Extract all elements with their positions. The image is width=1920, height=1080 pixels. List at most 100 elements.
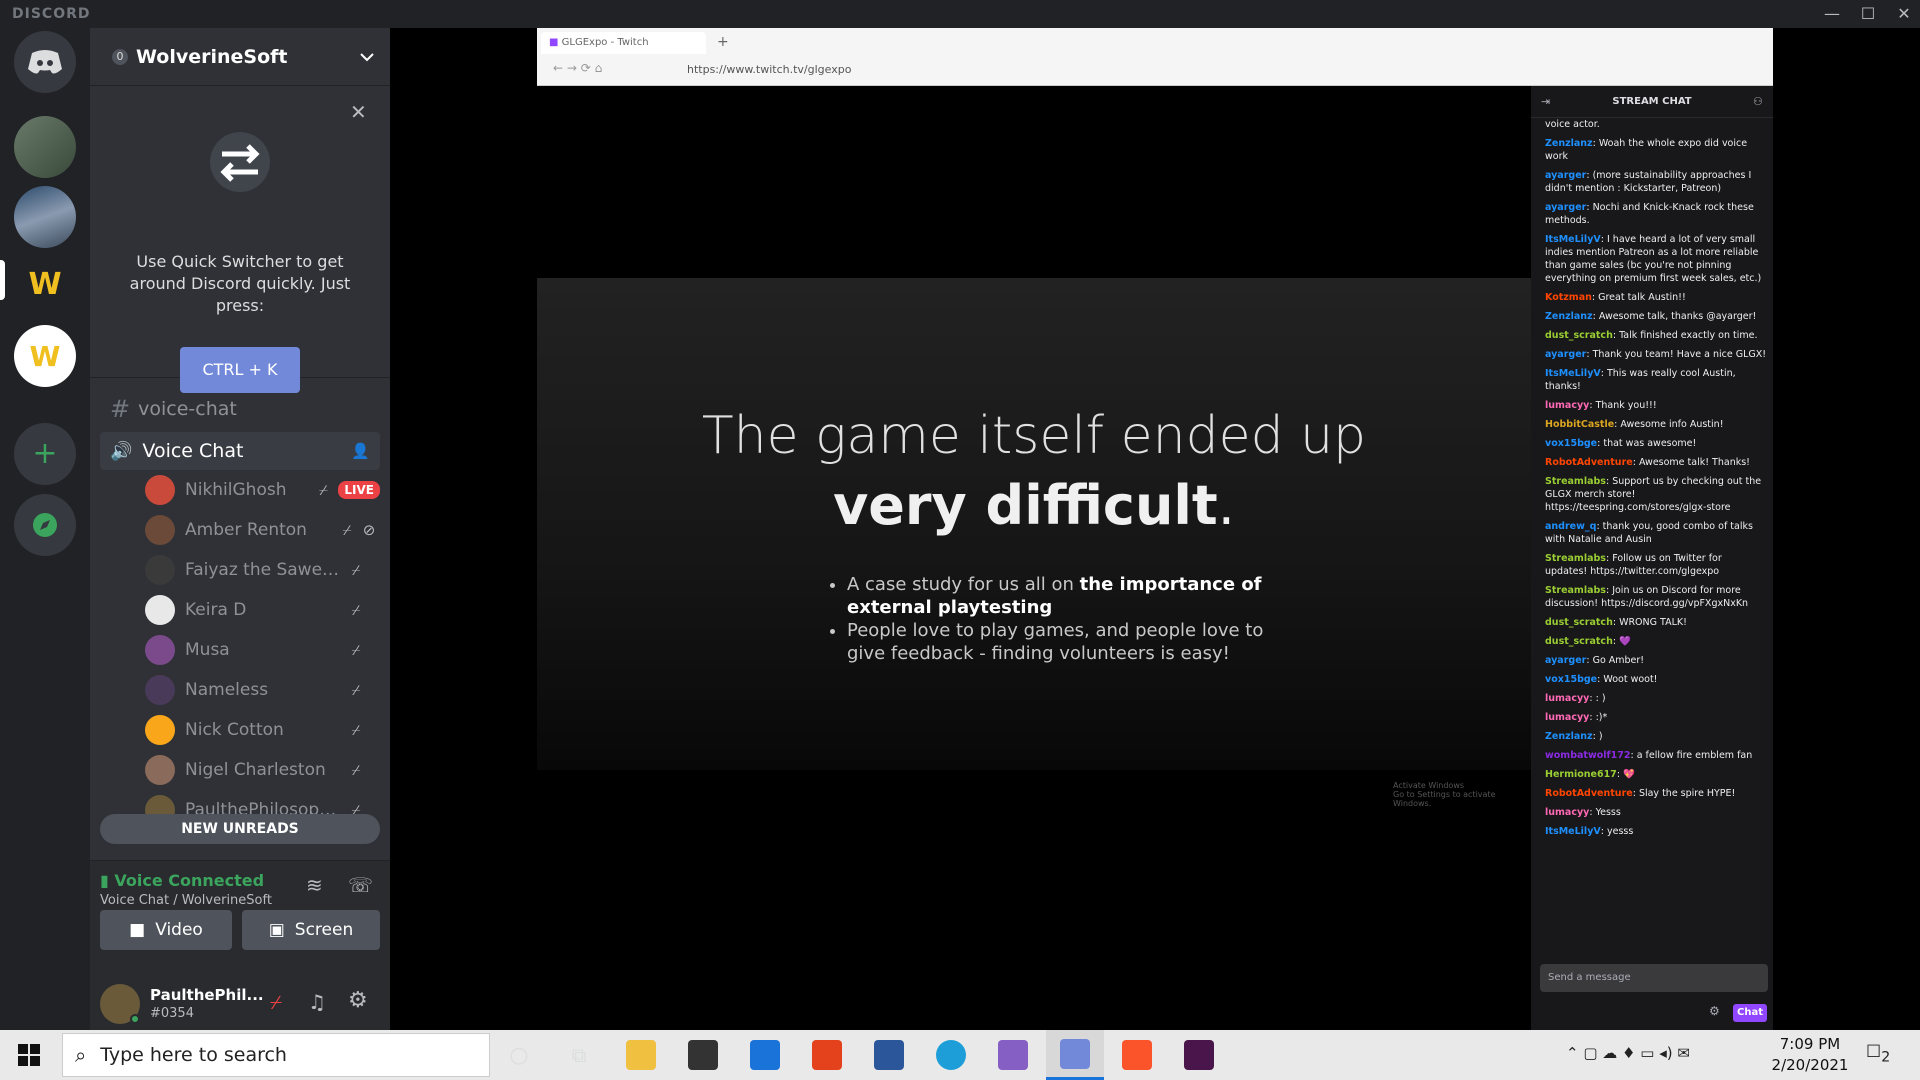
- mute-icon: ⌿: [351, 641, 361, 659]
- windows-start-icon[interactable]: [0, 1030, 58, 1080]
- chat-header: STREAM CHAT: [1531, 86, 1773, 118]
- twitch-chat: ⇥ STREAM CHAT ⚇ voice actor. Zenzlanz: W…: [1531, 86, 1773, 1030]
- cortana-icon[interactable]: ○: [490, 1030, 548, 1080]
- discord-taskbar-icon[interactable]: [1046, 1030, 1104, 1080]
- search-icon: ⌕: [75, 1043, 87, 1067]
- headphones-icon[interactable]: ♫: [308, 990, 326, 1014]
- user-tag: #0354: [150, 1006, 194, 1021]
- title-bar: DISCORD — ☐ ✕: [0, 0, 1920, 28]
- chat-messages: voice actor. Zenzlanz: Woah the whole ex…: [1545, 118, 1767, 948]
- slide-title-line2: very difficult.: [833, 474, 1235, 537]
- voice-member[interactable]: NikhilGhosh ⌿ LIVE: [145, 472, 380, 508]
- voice-member[interactable]: Nigel Charleston ⌿: [145, 752, 380, 788]
- chevron-down-icon: [360, 52, 374, 61]
- avatar: [145, 595, 175, 625]
- quick-switcher-illustration-icon: [210, 132, 270, 192]
- taskbar-search[interactable]: ⌕ Type here to search: [62, 1033, 490, 1077]
- user-panel: PaulthePhil... #0354 ⌿ ♫ ⚙: [90, 976, 390, 1030]
- slide-bullet: People love to play games, and people lo…: [847, 619, 1277, 665]
- boost-badge: 0: [112, 48, 128, 65]
- new-unreads-button[interactable]: NEW UNREADS: [100, 814, 380, 844]
- wolverinesoft-alt-server-icon[interactable]: W: [14, 325, 76, 387]
- screen-share-button[interactable]: ▣ Screen: [242, 910, 380, 950]
- nav-icons[interactable]: ← → ⟳ ⌂: [553, 61, 602, 75]
- chat-message: vox15bge: that was awesome!: [1545, 438, 1697, 449]
- slide-title-line1: The game itself ended up: [701, 406, 1367, 466]
- users-icon[interactable]: ⚇: [1753, 95, 1763, 108]
- channel-voice-chat[interactable]: 🔊 Voice Chat 👤: [100, 432, 380, 470]
- close-icon[interactable]: ✕: [350, 100, 367, 124]
- file-explorer-icon[interactable]: [612, 1030, 670, 1080]
- screen-icon: ▣: [268, 920, 285, 940]
- chat-send-button[interactable]: Chat: [1733, 1004, 1767, 1022]
- server-list: W W +: [0, 28, 90, 1030]
- server-header[interactable]: 0 WolverineSoft: [90, 28, 390, 86]
- voice-member[interactable]: Keira D ⌿: [145, 592, 380, 628]
- chat-message: ayarger: Nochi and Knick-Knack rock thes…: [1545, 202, 1754, 226]
- voice-member[interactable]: Faiyaz the Sawed of... ⌿: [145, 552, 380, 588]
- taskbar-clock[interactable]: 7:09 PM 2/20/2021: [1760, 1034, 1860, 1076]
- system-tray-icons[interactable]: ⌃ ▢ ☁ ♦ ▭ ◂) ✉: [1566, 1044, 1690, 1062]
- server-icon-1[interactable]: [14, 116, 76, 178]
- close-button[interactable]: ✕: [1884, 0, 1920, 28]
- mail-icon[interactable]: [736, 1030, 794, 1080]
- slack-icon[interactable]: [1170, 1030, 1228, 1080]
- slide-bullets: A case study for us all on the importanc…: [847, 573, 1277, 665]
- disconnect-icon[interactable]: ☏: [348, 873, 373, 897]
- server-icon-2[interactable]: [14, 186, 76, 248]
- new-tab-icon[interactable]: +: [717, 34, 729, 50]
- store-icon[interactable]: [674, 1030, 732, 1080]
- chat-message: ayarger: (more sustainability approaches…: [1545, 170, 1752, 194]
- minimize-button[interactable]: —: [1812, 0, 1852, 28]
- voice-location: Voice Chat / WolverineSoft: [100, 893, 272, 908]
- brave-icon[interactable]: [1108, 1030, 1166, 1080]
- quick-switcher-tip: ✕ Use Quick Switcher to get around Disco…: [90, 88, 390, 393]
- slide-bullet: A case study for us all on the importanc…: [847, 573, 1277, 619]
- chat-message: dust_scratch: 💜: [1545, 636, 1631, 647]
- chat-message: Hermione617: 💖: [1545, 769, 1635, 780]
- gear-icon[interactable]: ⚙: [348, 988, 368, 1013]
- add-server-icon[interactable]: +: [14, 423, 76, 485]
- noise-suppression-icon[interactable]: ≋: [306, 873, 323, 897]
- word-icon[interactable]: [860, 1030, 918, 1080]
- voice-member[interactable]: Nameless ⌿: [145, 672, 380, 708]
- maximize-button[interactable]: ☐: [1848, 0, 1888, 28]
- office-icon[interactable]: [798, 1030, 856, 1080]
- collapse-chat-icon[interactable]: ⇥: [1541, 95, 1550, 108]
- address-bar[interactable]: https://www.twitch.tv/glgexpo: [687, 63, 851, 76]
- app-brand: DISCORD: [12, 6, 91, 22]
- notification-center-icon[interactable]: ☐2: [1866, 1042, 1890, 1065]
- task-view-icon[interactable]: ⧉: [550, 1030, 608, 1080]
- video-button[interactable]: ■ Video: [100, 910, 232, 950]
- wolverinesoft-server-icon[interactable]: W: [14, 253, 76, 315]
- avatar: [145, 635, 175, 665]
- chat-message: lumacyy: Yesss: [1545, 807, 1621, 818]
- invite-icon[interactable]: 👤: [351, 442, 370, 460]
- home-button[interactable]: [14, 31, 76, 93]
- visual-studio-icon[interactable]: [984, 1030, 1042, 1080]
- edge-icon[interactable]: [922, 1030, 980, 1080]
- windows-taskbar: ⌕ Type here to search ○ ⧉ ⌃ ▢ ☁ ♦ ▭ ◂) ✉…: [0, 1030, 1920, 1080]
- voice-member[interactable]: Musa ⌿: [145, 632, 380, 668]
- quick-switcher-text: Use Quick Switcher to get around Discord…: [129, 252, 351, 315]
- mute-icon: ⌿: [351, 681, 361, 699]
- explore-servers-icon[interactable]: [14, 494, 76, 556]
- gear-icon[interactable]: ⚙: [1709, 1004, 1720, 1018]
- channel-voice-chat-text[interactable]: # voice-chat: [100, 390, 380, 428]
- server-name: WolverineSoft: [136, 45, 288, 68]
- chat-input[interactable]: Send a message: [1540, 964, 1768, 992]
- voice-member[interactable]: Nick Cotton ⌿: [145, 712, 380, 748]
- microphone-muted-icon[interactable]: ⌿: [270, 990, 282, 1014]
- browser-tab[interactable]: ■ GLGExpo - Twitch: [541, 32, 706, 54]
- chat-message: voice actor.: [1545, 119, 1600, 130]
- chat-message: wombatwolf172: a fellow fire emblem fan: [1545, 750, 1753, 761]
- shortcut-button[interactable]: CTRL + K: [180, 347, 300, 393]
- chat-message: Streamlabs: Support us by checking out t…: [1545, 476, 1762, 513]
- voice-member[interactable]: Amber Renton ⌿ ⊘: [145, 512, 380, 548]
- chat-message: HobbitCastle: Awesome info Austin!: [1545, 419, 1724, 430]
- avatar: [145, 475, 175, 505]
- chat-message: lumacyy: :)*: [1545, 712, 1608, 723]
- chat-message: Streamlabs: Follow us on Twitter for upd…: [1545, 553, 1722, 577]
- mute-icon: ⌿: [351, 721, 361, 739]
- chat-message: Zenzlanz: Awesome talk, thanks @ayarger!: [1545, 311, 1757, 322]
